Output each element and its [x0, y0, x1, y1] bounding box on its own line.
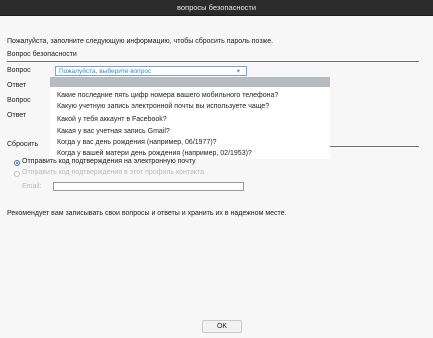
question1-label: Вопрос	[7, 67, 31, 74]
answer2-label: Ответ	[7, 112, 27, 119]
dropdown-option[interactable]: Какие последние пять цифр номера вашего …	[57, 92, 278, 99]
security-questions-dialog: вопросы безопасности Пожалуйста, заполни…	[0, 0, 433, 338]
reset-contact-radio[interactable]	[14, 171, 20, 177]
reset-email-radio[interactable]	[14, 160, 20, 166]
ok-button[interactable]: OK	[202, 320, 242, 333]
reset-contact-label[interactable]: Отправить код подтверждения в этот профи…	[22, 169, 204, 176]
dialog-title: вопросы безопасности	[0, 0, 433, 16]
dialog-content	[0, 16, 433, 338]
dropdown-option[interactable]: Когда у вас день рождения (например, 06/…	[57, 139, 217, 146]
dropdown-option[interactable]: Когда у вашей матери день рождения (напр…	[57, 150, 252, 157]
section-divider	[7, 61, 419, 62]
question1-select-value: Пожалуйста, выберите вопрос	[59, 68, 152, 75]
section-label: Вопрос безопасности	[7, 51, 77, 58]
email-label: Email:	[22, 183, 42, 190]
intro-text: Пожалуйста, заполните следующую информац…	[7, 38, 274, 45]
question2-label: Вопрос	[7, 97, 31, 104]
reset-divider	[330, 146, 419, 147]
answer1-label: Ответ	[7, 82, 27, 89]
recommendation-note: Рекомендует вам записывать свои вопросы …	[7, 210, 287, 217]
email-field[interactable]	[53, 182, 244, 191]
reset-email-label[interactable]: Отправить код подтверждения на электронн…	[22, 158, 196, 165]
reset-label: Сбросить	[7, 141, 39, 148]
chevron-down-icon: ▾	[236, 68, 240, 75]
dropdown-option[interactable]: Какой у тебя аккаунт в Facebook?	[57, 116, 167, 123]
question1-select[interactable]: Пожалуйста, выберите вопрос ▾	[55, 66, 247, 76]
dropdown-highlighted-option[interactable]	[50, 77, 330, 87]
dropdown-option[interactable]: Какую учетную запись электронной почты в…	[57, 103, 269, 110]
dropdown-option[interactable]: Какая у вас учетная запись Gmail?	[57, 128, 170, 135]
